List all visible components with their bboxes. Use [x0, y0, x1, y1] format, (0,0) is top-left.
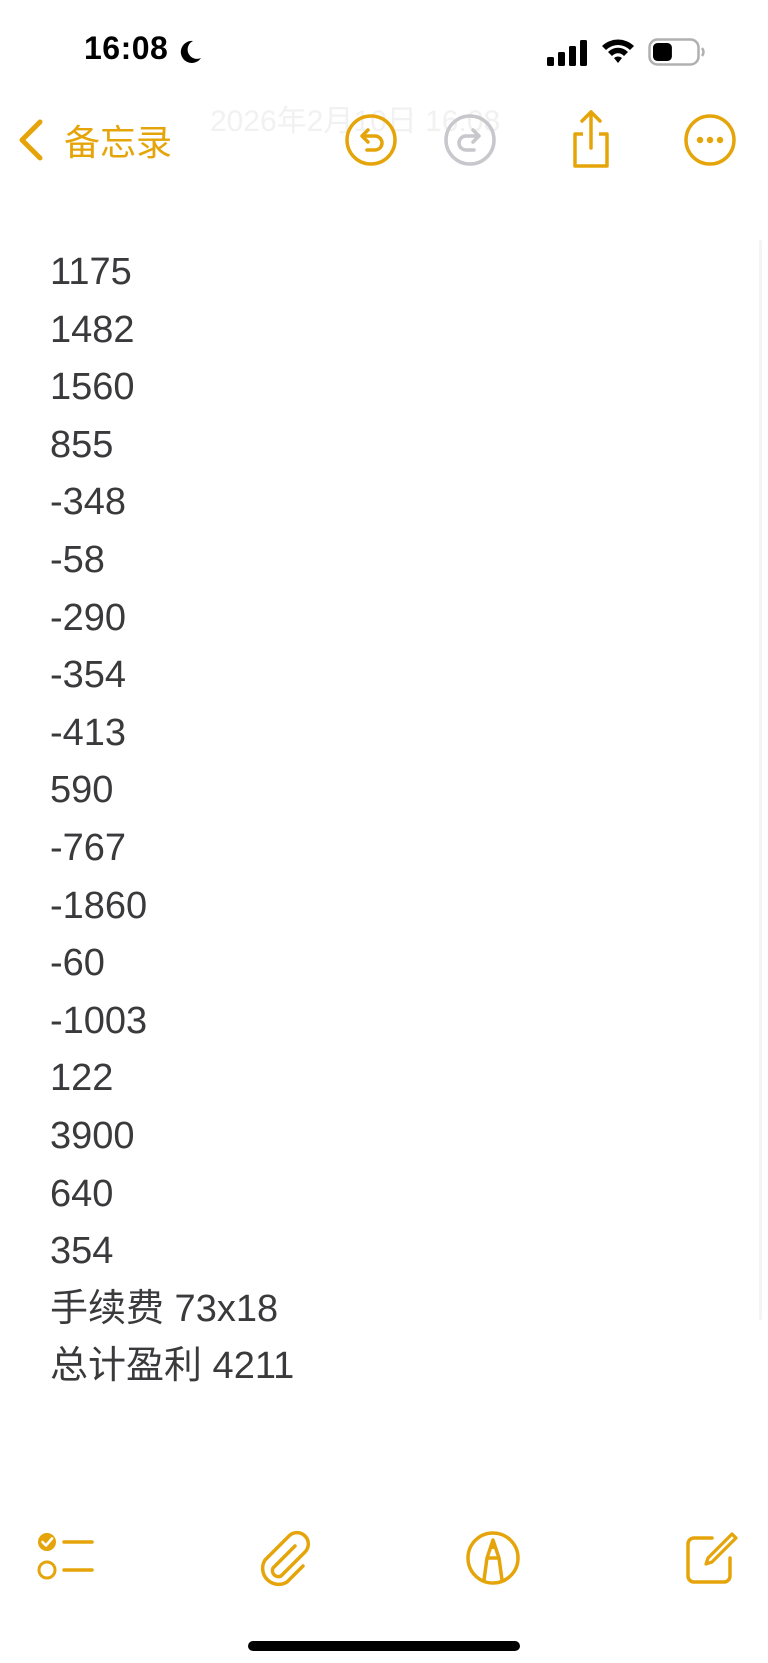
cellular-signal-icon [547, 40, 587, 66]
note-line: -348 [50, 481, 127, 524]
back-button[interactable]: 备忘录 [14, 112, 172, 168]
markup-button[interactable] [463, 1528, 523, 1588]
note-line: -354 [50, 654, 127, 697]
attach-button[interactable] [255, 1528, 315, 1588]
more-button[interactable] [682, 112, 738, 168]
moon-icon [180, 40, 201, 63]
note-line: -1003 [50, 999, 148, 1042]
status-time: 16:08 [84, 30, 169, 66]
undo-icon [345, 114, 397, 166]
note-line: 1175 [50, 251, 132, 293]
checklist-button[interactable] [36, 1528, 96, 1588]
note-line: -290 [50, 596, 127, 639]
chevron-left-icon [19, 119, 43, 161]
note-line: 手续费 73x18 [50, 1287, 279, 1330]
battery-icon [648, 38, 705, 66]
note-line: 3900 [50, 1114, 135, 1157]
compose-button[interactable] [680, 1528, 740, 1588]
compose-icon [686, 1532, 738, 1584]
share-button[interactable] [563, 108, 619, 172]
redo-button[interactable] [442, 112, 498, 168]
redo-icon [444, 114, 496, 166]
share-icon [573, 110, 609, 168]
scroll-indicator [759, 240, 762, 1320]
note-line: 1482 [50, 308, 135, 351]
paperclip-icon [260, 1530, 311, 1587]
checklist-icon [37, 1533, 94, 1580]
note-line: -58 [50, 538, 105, 581]
back-label: 备忘录 [64, 122, 173, 163]
more-icon [684, 114, 736, 166]
undo-button[interactable] [343, 112, 399, 168]
note-line: 855 [50, 423, 114, 466]
note-line: -60 [50, 942, 105, 985]
home-indicator[interactable] [248, 1641, 520, 1651]
note-line: 354 [50, 1230, 114, 1273]
note-line: -1860 [50, 884, 148, 927]
wifi-icon [602, 39, 634, 63]
note-line: 1560 [50, 366, 135, 409]
note-line: -413 [50, 711, 127, 754]
note-line: 640 [50, 1172, 114, 1215]
markup-pen-icon [466, 1531, 520, 1585]
note-line: -767 [50, 826, 127, 869]
note-line: 590 [50, 769, 114, 812]
note-body[interactable]: 1175 1482 1560 855 -348 -58 -290 -354 -413 590 -76… [50, 244, 730, 1396]
note-line: 122 [50, 1057, 114, 1100]
status-bar: 16:08 [0, 0, 768, 100]
note-line: 总计盈利 4211 [50, 1345, 295, 1388]
